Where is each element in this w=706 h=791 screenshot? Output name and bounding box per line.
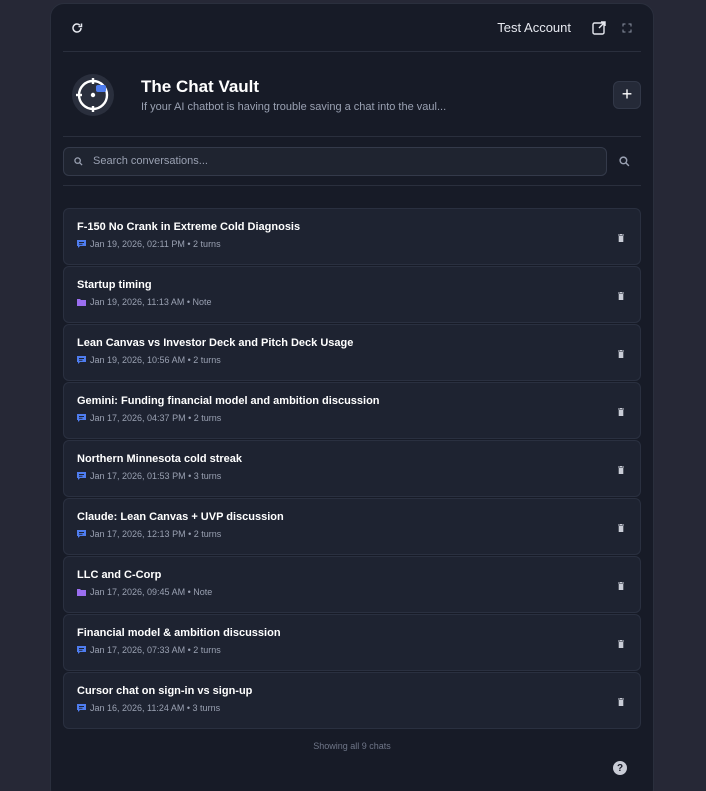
external-link-icon [592,20,606,35]
chat-count-status: Showing all 9 chats [313,741,391,751]
delete-button[interactable] [616,290,626,301]
chat-title: LLC and C-Corp [77,569,162,581]
note-folder-icon [77,589,86,596]
search-icon [74,156,83,166]
note-folder-icon [77,299,86,306]
refresh-button[interactable] [63,14,91,42]
chat-bubble-icon [77,472,86,480]
chat-bubble-icon [77,356,86,364]
chat-bubble-icon [77,530,86,538]
fullscreen-button[interactable] [613,14,641,42]
delete-button[interactable] [616,232,626,243]
chat-title: Claude: Lean Canvas + UVP discussion [77,511,284,523]
chat-list: F-150 No Crank in Extreme Cold Diagnosis… [63,208,641,730]
chat-list-item[interactable]: Gemini: Funding financial model and ambi… [63,382,641,439]
expand-icon [622,23,632,32]
vault-panel: Test Account The Chat Vault If your AI c… [50,3,654,791]
chat-bubble-icon [77,646,86,654]
chat-list-item[interactable]: Financial model & ambition discussion Jan… [63,614,641,671]
search-box[interactable] [63,146,607,176]
delete-button[interactable] [616,638,626,649]
chat-list-item[interactable]: F-150 No Crank in Extreme Cold Diagnosis… [63,208,641,265]
chat-bubble-icon [77,414,86,422]
trash-icon [618,523,624,532]
search-icon [618,155,629,166]
chat-meta: Jan 19, 2026, 10:56 AM • 2 turns [90,355,221,365]
page-title: The Chat Vault [141,76,260,96]
chat-list-item[interactable]: Startup timing Jan 19, 2026, 11:13 AM • N… [63,266,641,323]
trash-icon [618,697,624,706]
vault-header: The Chat Vault If your AI chatbot is hav… [63,53,641,137]
chat-list-item[interactable]: LLC and C-Corp Jan 17, 2026, 09:45 AM • N… [63,556,641,613]
refresh-icon [72,22,83,33]
vault-logo-icon [72,73,114,116]
chat-title: F-150 No Crank in Extreme Cold Diagnosis [77,221,301,233]
page-subtitle: If your AI chatbot is having trouble sav… [141,100,447,113]
delete-button[interactable] [616,348,626,359]
trash-icon [618,349,624,358]
search-button[interactable] [607,147,641,176]
chat-list-item[interactable]: Claude: Lean Canvas + UVP discussion Jan … [63,498,641,555]
chat-title: Northern Minnesota cold streak [77,453,243,465]
trash-icon [618,465,624,474]
delete-button[interactable] [616,696,626,707]
trash-icon [618,639,624,648]
chat-title: Startup timing [77,279,152,291]
delete-button[interactable] [616,464,626,475]
chat-meta: Jan 17, 2026, 01:53 PM • 3 turns [90,471,222,481]
search-input[interactable] [93,155,606,167]
chat-bubble-icon [77,704,86,712]
chat-bubble-icon [77,240,86,248]
vault-logo [71,73,115,117]
help-button[interactable]: ? [613,761,627,775]
chat-list-item[interactable]: Northern Minnesota cold streak Jan 17, 20… [63,440,641,497]
trash-icon [618,407,624,416]
search-row [63,137,641,186]
chat-title: Cursor chat on sign-in vs sign-up [77,685,253,697]
chat-meta: Jan 17, 2026, 04:37 PM • 2 turns [90,413,222,423]
chat-title: Gemini: Funding financial model and ambi… [77,395,380,407]
trash-icon [618,291,624,300]
delete-button[interactable] [616,406,626,417]
top-bar: Test Account [63,4,641,52]
trash-icon [618,581,624,590]
chat-meta: Jan 17, 2026, 09:45 AM • Note [90,587,213,597]
account-label[interactable]: Test Account [497,20,571,35]
chat-meta: Jan 17, 2026, 07:33 AM • 2 turns [90,645,221,655]
chat-meta: Jan 19, 2026, 11:13 AM • Note [90,297,212,307]
chat-list-item[interactable]: Cursor chat on sign-in vs sign-up Jan 16,… [63,672,641,729]
trash-icon [618,233,624,242]
chat-meta: Jan 17, 2026, 12:13 PM • 2 turns [90,529,222,539]
chat-meta: Jan 19, 2026, 02:11 PM • 2 turns [90,239,221,249]
chat-title: Financial model & ambition discussion [77,627,281,639]
delete-button[interactable] [616,580,626,591]
add-chat-button[interactable]: + [613,80,641,109]
chat-list-item[interactable]: Lean Canvas vs Investor Deck and Pitch D… [63,324,641,381]
chat-title: Lean Canvas vs Investor Deck and Pitch D… [77,337,354,349]
delete-button[interactable] [616,522,626,533]
open-external-button[interactable] [585,14,613,42]
chat-meta: Jan 16, 2026, 11:24 AM • 3 turns [90,703,221,713]
